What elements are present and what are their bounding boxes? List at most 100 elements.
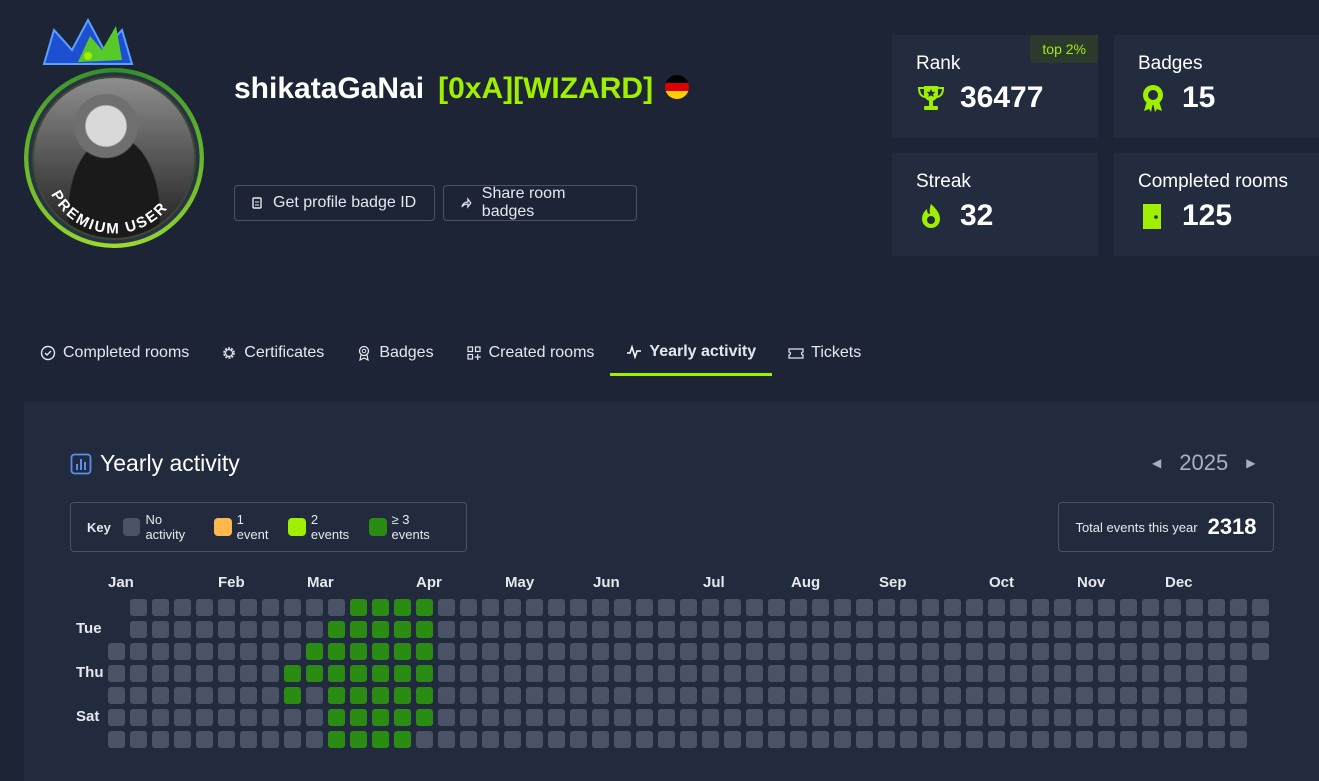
activity-day-cell[interactable]	[636, 599, 653, 616]
activity-day-cell[interactable]	[988, 665, 1005, 682]
activity-day-cell[interactable]	[1208, 687, 1225, 704]
activity-day-cell[interactable]	[878, 599, 895, 616]
activity-day-cell[interactable]	[680, 665, 697, 682]
activity-day-cell[interactable]	[944, 621, 961, 638]
activity-day-cell[interactable]	[724, 731, 741, 748]
activity-day-cell[interactable]	[966, 687, 983, 704]
activity-day-cell[interactable]	[1208, 599, 1225, 616]
activity-day-cell[interactable]	[328, 731, 345, 748]
activity-day-cell[interactable]	[658, 643, 675, 660]
activity-day-cell[interactable]	[460, 731, 477, 748]
activity-day-cell[interactable]	[900, 643, 917, 660]
activity-day-cell[interactable]	[724, 665, 741, 682]
activity-day-cell[interactable]	[900, 731, 917, 748]
activity-day-cell[interactable]	[1142, 709, 1159, 726]
activity-day-cell[interactable]	[526, 687, 543, 704]
activity-day-cell[interactable]	[1120, 643, 1137, 660]
activity-day-cell[interactable]	[548, 665, 565, 682]
activity-day-cell[interactable]	[306, 687, 323, 704]
activity-day-cell[interactable]	[812, 621, 829, 638]
activity-day-cell[interactable]	[130, 731, 147, 748]
activity-day-cell[interactable]	[812, 709, 829, 726]
activity-day-cell[interactable]	[1186, 687, 1203, 704]
activity-day-cell[interactable]	[1186, 643, 1203, 660]
activity-day-cell[interactable]	[174, 665, 191, 682]
activity-day-cell[interactable]	[1120, 687, 1137, 704]
activity-day-cell[interactable]	[900, 687, 917, 704]
activity-day-cell[interactable]	[130, 599, 147, 616]
activity-day-cell[interactable]	[416, 621, 433, 638]
activity-day-cell[interactable]	[856, 687, 873, 704]
activity-day-cell[interactable]	[856, 709, 873, 726]
activity-day-cell[interactable]	[482, 731, 499, 748]
activity-day-cell[interactable]	[482, 621, 499, 638]
activity-day-cell[interactable]	[1032, 709, 1049, 726]
activity-day-cell[interactable]	[130, 665, 147, 682]
activity-day-cell[interactable]	[328, 621, 345, 638]
activity-day-cell[interactable]	[1076, 621, 1093, 638]
activity-day-cell[interactable]	[1032, 687, 1049, 704]
next-year-button[interactable]: ▶	[1246, 456, 1255, 470]
activity-day-cell[interactable]	[724, 709, 741, 726]
activity-day-cell[interactable]	[724, 599, 741, 616]
activity-day-cell[interactable]	[196, 621, 213, 638]
activity-day-cell[interactable]	[592, 621, 609, 638]
activity-day-cell[interactable]	[394, 599, 411, 616]
activity-day-cell[interactable]	[504, 709, 521, 726]
activity-day-cell[interactable]	[504, 665, 521, 682]
activity-day-cell[interactable]	[856, 665, 873, 682]
activity-day-cell[interactable]	[306, 709, 323, 726]
activity-day-cell[interactable]	[922, 665, 939, 682]
activity-day-cell[interactable]	[1208, 709, 1225, 726]
activity-day-cell[interactable]	[1186, 599, 1203, 616]
activity-day-cell[interactable]	[856, 621, 873, 638]
activity-day-cell[interactable]	[988, 599, 1005, 616]
activity-day-cell[interactable]	[1142, 731, 1159, 748]
activity-day-cell[interactable]	[372, 731, 389, 748]
activity-day-cell[interactable]	[1186, 731, 1203, 748]
activity-day-cell[interactable]	[878, 687, 895, 704]
activity-day-cell[interactable]	[1142, 665, 1159, 682]
activity-day-cell[interactable]	[856, 599, 873, 616]
activity-day-cell[interactable]	[1076, 665, 1093, 682]
activity-day-cell[interactable]	[746, 731, 763, 748]
activity-day-cell[interactable]	[306, 665, 323, 682]
activity-day-cell[interactable]	[790, 665, 807, 682]
activity-day-cell[interactable]	[394, 709, 411, 726]
activity-day-cell[interactable]	[350, 621, 367, 638]
activity-day-cell[interactable]	[1142, 643, 1159, 660]
activity-day-cell[interactable]	[174, 731, 191, 748]
activity-day-cell[interactable]	[878, 709, 895, 726]
activity-day-cell[interactable]	[394, 643, 411, 660]
activity-day-cell[interactable]	[108, 665, 125, 682]
activity-day-cell[interactable]	[548, 731, 565, 748]
activity-day-cell[interactable]	[812, 731, 829, 748]
activity-day-cell[interactable]	[350, 687, 367, 704]
activity-day-cell[interactable]	[614, 709, 631, 726]
activity-day-cell[interactable]	[1186, 665, 1203, 682]
activity-day-cell[interactable]	[900, 665, 917, 682]
activity-day-cell[interactable]	[284, 665, 301, 682]
activity-day-cell[interactable]	[196, 731, 213, 748]
activity-day-cell[interactable]	[218, 599, 235, 616]
activity-day-cell[interactable]	[702, 643, 719, 660]
activity-day-cell[interactable]	[922, 599, 939, 616]
activity-day-cell[interactable]	[790, 709, 807, 726]
activity-day-cell[interactable]	[768, 665, 785, 682]
activity-day-cell[interactable]	[328, 643, 345, 660]
tab-tickets[interactable]: Tickets	[772, 330, 877, 376]
activity-day-cell[interactable]	[856, 643, 873, 660]
activity-day-cell[interactable]	[1142, 621, 1159, 638]
activity-day-cell[interactable]	[438, 643, 455, 660]
activity-day-cell[interactable]	[1208, 665, 1225, 682]
activity-day-cell[interactable]	[262, 643, 279, 660]
activity-day-cell[interactable]	[218, 731, 235, 748]
activity-day-cell[interactable]	[1120, 621, 1137, 638]
activity-day-cell[interactable]	[548, 709, 565, 726]
activity-day-cell[interactable]	[504, 731, 521, 748]
activity-day-cell[interactable]	[1032, 731, 1049, 748]
activity-day-cell[interactable]	[196, 599, 213, 616]
activity-day-cell[interactable]	[394, 621, 411, 638]
activity-day-cell[interactable]	[1054, 709, 1071, 726]
activity-day-cell[interactable]	[1252, 599, 1269, 616]
